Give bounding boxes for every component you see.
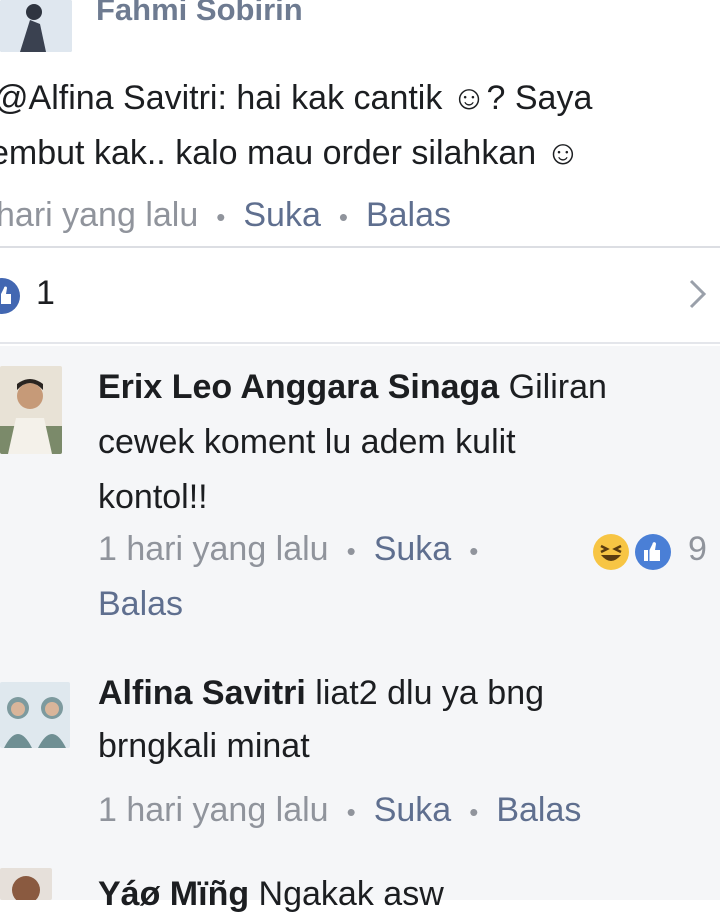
separator-dot: • [338,201,348,232]
comment-text-line1: @Alfina Savitri: hai kak cantik ☺? Saya [0,79,593,117]
separator-dot: • [469,796,479,827]
comment-meta-row: hari yang lalu • Suka • Balas [0,196,451,235]
like-link-erix[interactable]: Suka [374,530,452,568]
like-link[interactable]: Suka [243,196,321,234]
avatar-alfina[interactable] [0,682,70,748]
like-link-alfina[interactable]: Suka [374,791,452,829]
comment-text-line2: embut kak.. kalo mau order silahkan ☺ [0,134,581,172]
reply-text-erix-1: Giliran [499,368,607,406]
likes-bar[interactable]: 1 [0,248,720,340]
comment-time: hari yang lalu [0,196,199,234]
reply-link-erix-row: Balas [98,585,183,624]
separator-dot: • [216,201,226,232]
laugh-icon[interactable] [592,533,630,576]
reply-text-alfina-2: brngkali minat [98,727,310,765]
reply-line1-alfina: Alfina Savitri liat2 dlu ya bng [98,665,544,721]
like-count: 1 [36,274,55,312]
separator-dot: • [346,796,356,827]
reply-text-alfina-1: liat2 dlu ya bng [305,674,545,712]
like-icon[interactable] [634,533,672,576]
avatar-yao[interactable] [0,868,52,900]
reply-meta-alfina: 1 hari yang lalu • Suka • Balas [98,791,581,830]
avatar-erix[interactable] [0,366,62,454]
like-count-icon [0,278,20,314]
separator-dot: • [469,535,479,566]
reply-text-erix-3: kontol!! [98,478,208,516]
reply-meta-erix: 1 hari yang lalu • Suka • [98,530,496,569]
reply-line1-yao: Yáø Mïñg Ngakak asw [98,866,444,922]
reply-author-alfina[interactable]: Alfina Savitri [98,674,306,712]
reply-text-erix-2: cewek koment lu adem kulit [98,423,516,461]
reply-link[interactable]: Balas [366,196,451,234]
divider [0,342,720,344]
separator-dot: • [346,535,356,566]
reply-time-alfina: 1 hari yang lalu [98,791,329,829]
reaction-count-erix: 9 [688,530,707,568]
chevron-right-icon[interactable] [688,278,708,315]
reply-author-yao[interactable]: Yáø Mïñg [98,875,249,913]
reply-author-erix[interactable]: Erix Leo Anggara Sinaga [98,368,499,406]
reply-line1-erix: Erix Leo Anggara Sinaga Giliran [98,359,607,415]
avatar-fahmi[interactable] [0,0,72,52]
reply-link-alfina[interactable]: Balas [496,791,581,829]
reply-text-yao-1: Ngakak asw [249,875,444,913]
reply-time-erix: 1 hari yang lalu [98,530,329,568]
comment-author-fahmi[interactable]: Fahmi Sobirin [96,0,303,28]
reply-link-erix[interactable]: Balas [98,585,183,623]
